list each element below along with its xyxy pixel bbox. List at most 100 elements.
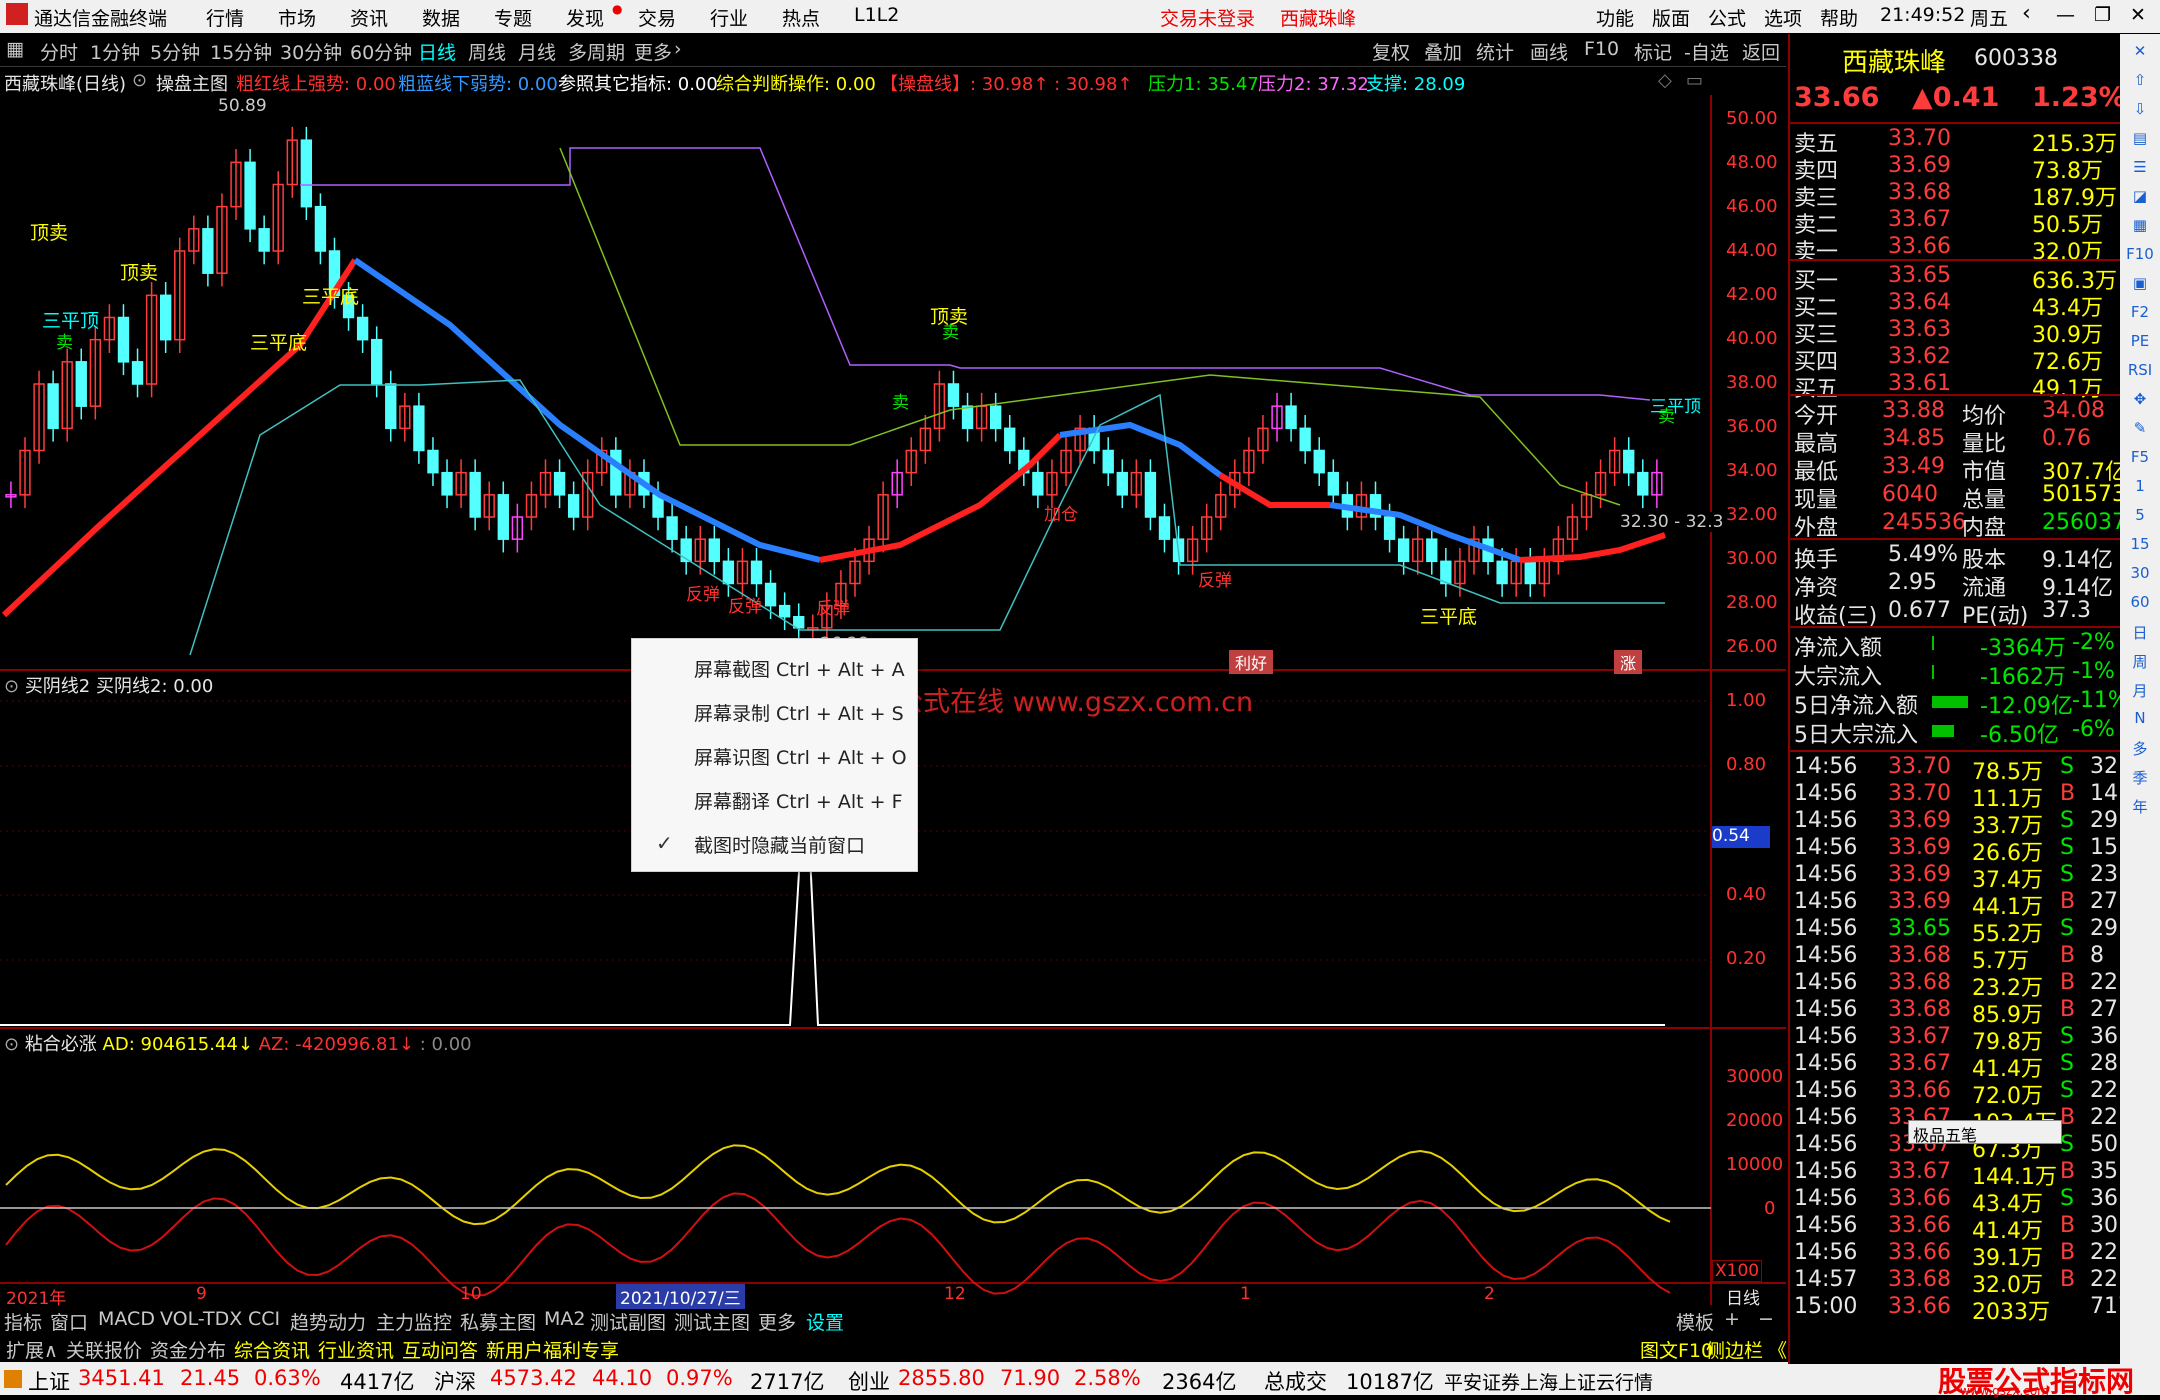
tab-industry-news[interactable]: 行业资讯 (318, 1336, 394, 1363)
tab-30min[interactable]: 30分钟 (280, 38, 342, 65)
period-shortcut-icon[interactable]: 5 (2126, 506, 2154, 532)
index-name[interactable]: 上证 (28, 1366, 70, 1396)
window-icon[interactable]: ▭ (1686, 70, 1703, 91)
btn-tongji[interactable]: 统计 (1476, 38, 1514, 65)
tab-cci[interactable]: CCI (248, 1308, 280, 1330)
maximize-icon[interactable]: ❐ (2094, 4, 2111, 26)
menu-item-jiaoyi[interactable]: 交易 (638, 4, 676, 31)
menu-item-screen-ocr[interactable]: 屏幕识图 Ctrl + Alt + O (694, 743, 907, 770)
plus-icon[interactable]: + (1724, 1308, 1740, 1330)
period-shortcut-icon[interactable]: 1 (2126, 477, 2154, 503)
tab-related-quote[interactable]: 关联报价 (66, 1336, 142, 1363)
btn-diejia[interactable]: 叠加 (1424, 38, 1462, 65)
indicator-name[interactable]: 操盘主图 (156, 70, 228, 96)
tab-qa[interactable]: 互动问答 (402, 1336, 478, 1363)
btn-fanhui[interactable]: 返回 (1742, 38, 1780, 65)
tab-weekly[interactable]: 周线 (468, 38, 506, 65)
tab-test-sub[interactable]: 测试副图 (590, 1308, 666, 1335)
tab-private-main[interactable]: 私募主图 (460, 1308, 536, 1335)
menu-item-shichang[interactable]: 市场 (278, 4, 316, 31)
tab-60min[interactable]: 60分钟 (350, 38, 412, 65)
index-name[interactable]: 沪深 (434, 1366, 476, 1396)
collapse-icon[interactable]: 《 (1768, 1336, 1787, 1363)
news-marker[interactable]: 利好 (1229, 650, 1274, 674)
list-icon[interactable]: ☰ (2126, 158, 2154, 184)
back-icon[interactable]: ‹ (2022, 1, 2031, 26)
menu-item-zixun[interactable]: 资讯 (350, 4, 388, 31)
minimize-icon[interactable]: — (2056, 4, 2075, 26)
chart-icon[interactable]: ◪ (2126, 187, 2154, 213)
tab-newuser[interactable]: 新用户福利专享 (486, 1336, 619, 1363)
grid-icon[interactable]: ▦ (2126, 216, 2154, 242)
tab-multi-period[interactable]: 多周期 (568, 38, 625, 65)
menu-item-screen-translate[interactable]: 屏幕翻译 Ctrl + Alt + F (694, 787, 903, 814)
diamond-icon[interactable]: ◇ (1658, 70, 1672, 91)
btn-biaoji[interactable]: 标记 (1634, 38, 1672, 65)
period-shortcut-icon[interactable]: 月 (2126, 680, 2154, 706)
ime-bar[interactable]: 极品五笔 (1908, 1120, 2062, 1145)
menu-item-screenshot[interactable]: 屏幕截图 Ctrl + Alt + A (694, 655, 905, 682)
btn-f10[interactable]: F10 (1584, 38, 1619, 60)
tab-expand[interactable]: 扩展∧ (6, 1336, 58, 1363)
tab-f10[interactable]: 图文F10 (1640, 1336, 1713, 1363)
period-shortcut-icon[interactable]: N (2126, 709, 2154, 735)
tab-macd[interactable]: MACD (98, 1308, 155, 1330)
period-shortcut-icon[interactable]: F2 (2126, 303, 2154, 329)
menu-item-hangye[interactable]: 行业 (710, 4, 748, 31)
tab-monthly[interactable]: 月线 (518, 38, 556, 65)
period-shortcut-icon[interactable]: 年 (2126, 796, 2154, 822)
menu-item-xuanxiang[interactable]: 选项 (1764, 4, 1802, 31)
tab-ma2[interactable]: MA2 (544, 1308, 585, 1330)
tab-5min[interactable]: 5分钟 (150, 38, 200, 65)
close-icon[interactable]: ✕ (2130, 4, 2146, 26)
tab-fenshi[interactable]: 分时 (40, 38, 78, 65)
period-shortcut-icon[interactable]: 周 (2126, 651, 2154, 677)
rise-marker[interactable]: 涨 (1614, 650, 1643, 674)
tab-main-monitor[interactable]: 主力监控 (376, 1308, 452, 1335)
period-shortcut-icon[interactable]: 多 (2126, 738, 2154, 764)
tab-more[interactable]: 更多 (758, 1308, 796, 1335)
dropdown-icon[interactable]: ⊙ (132, 70, 147, 91)
tab-fund-dist[interactable]: 资金分布 (150, 1336, 226, 1363)
btn-huaxian[interactable]: 画线 (1530, 38, 1568, 65)
btn-zixuan[interactable]: -自选 (1684, 38, 1729, 65)
tab-15min[interactable]: 15分钟 (210, 38, 272, 65)
minus-icon[interactable]: − (1758, 1308, 1774, 1330)
tab-1min[interactable]: 1分钟 (90, 38, 140, 65)
tab-more[interactable]: 更多 (634, 38, 672, 65)
menu-item-hangqing[interactable]: 行情 (206, 4, 244, 31)
period-shortcut-icon[interactable]: 60 (2126, 593, 2154, 619)
pen-icon[interactable]: ✎ (2126, 419, 2154, 445)
period-shortcut-icon[interactable]: F10 (2126, 245, 2154, 271)
down-icon[interactable]: ⇩ (2126, 100, 2154, 126)
login-status[interactable]: 交易未登录 (1160, 4, 1255, 31)
menu-item-shuju[interactable]: 数据 (422, 4, 460, 31)
tab-trend[interactable]: 趋势动力 (290, 1308, 366, 1335)
tab-window[interactable]: 窗口 (50, 1308, 88, 1335)
tab-sidebar[interactable]: 侧边栏 (1706, 1336, 1763, 1363)
menu-item-banmian[interactable]: 版面 (1652, 4, 1690, 31)
menu-item-redian[interactable]: 热点 (782, 4, 820, 31)
period-shortcut-icon[interactable]: F5 (2126, 448, 2154, 474)
menu-item-l1l2[interactable]: L1L2 (854, 4, 899, 26)
news-icon[interactable]: ▣ (2126, 274, 2154, 300)
period-shortcut-icon[interactable]: 30 (2126, 564, 2154, 590)
menu-item-bangzhu[interactable]: 帮助 (1820, 4, 1858, 31)
up-icon[interactable]: ⇧ (2126, 71, 2154, 97)
menu-item-zhuanti[interactable]: 专题 (494, 4, 532, 31)
sub1-title[interactable]: 买阴线2 (25, 676, 90, 697)
menu-item-gongneng[interactable]: 功能 (1596, 4, 1634, 31)
tab-daily[interactable]: 日线 (418, 38, 456, 65)
close-icon[interactable]: ✕ (2126, 42, 2154, 68)
dropdown-icon[interactable]: ⊙ (4, 1034, 25, 1055)
period-shortcut-icon[interactable]: 日 (2126, 622, 2154, 648)
grid-icon[interactable]: ▦ (6, 38, 24, 60)
period-shortcut-icon[interactable]: RSI (2126, 361, 2154, 387)
tab-indicator[interactable]: 指标 (4, 1308, 42, 1335)
period-shortcut-icon[interactable]: 15 (2126, 535, 2154, 561)
move-icon[interactable]: ✥ (2126, 390, 2154, 416)
chevron-right-icon[interactable]: › (674, 38, 682, 60)
tab-settings[interactable]: 设置 (806, 1308, 844, 1335)
menu-item-hide-window[interactable]: 截图时隐藏当前窗口 (694, 831, 865, 858)
menu-item-faxian[interactable]: 发现 (566, 4, 604, 31)
